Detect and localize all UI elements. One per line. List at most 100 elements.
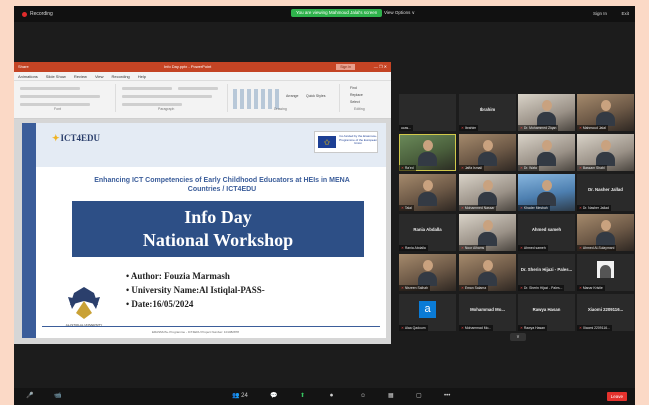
muted-mic-icon: ✕: [579, 126, 582, 130]
mute-button[interactable]: 🎤: [26, 391, 33, 401]
muted-mic-icon: ✕: [579, 286, 582, 290]
participant-tile[interactable]: Xiaomi 2209116... ✕Xiaomi 2209116...: [577, 294, 634, 331]
select-button[interactable]: Select: [350, 100, 360, 104]
participant-tile[interactable]: ✕Talal: [399, 174, 456, 211]
video-button[interactable]: 📹: [54, 391, 61, 401]
ribbon-font-group[interactable]: Font: [16, 84, 116, 112]
participant-name-text: Mohammad Mo...: [464, 326, 492, 330]
participant-video-person: [537, 180, 556, 206]
recording-indicator[interactable]: Recording: [22, 11, 53, 17]
sign-in-link[interactable]: Sign In: [593, 11, 607, 16]
ppt-menu-review[interactable]: Review: [74, 72, 87, 80]
ppt-menu-view[interactable]: View: [95, 72, 104, 80]
participant-name: ✕Ahmed Al-Sulaymani: [577, 245, 617, 251]
muted-mic-icon: ✕: [401, 286, 404, 290]
participant-name: ✕Ibrahim: [459, 125, 479, 131]
participant-tile[interactable]: Rawya Hasan ✕Rawya Hasan: [518, 294, 575, 331]
participant-tile[interactable]: ✕Eman Salama: [459, 254, 516, 291]
ribbon-drawing-group[interactable]: Arrange Quick Styles Drawing: [230, 84, 340, 112]
whiteboard-button[interactable]: ▢: [416, 391, 422, 401]
slide[interactable]: ✦ICT4EDU ✩ Co-funded by the Erasmus+ Pro…: [22, 123, 386, 338]
muted-mic-icon: ✕: [579, 166, 582, 170]
participant-tile[interactable]: Ahmed sameh ✕Ahmed sameh: [518, 214, 575, 251]
participant-tile[interactable]: ✕Nisreen Salhah: [399, 254, 456, 291]
participant-display-name: Rania Abdalla: [413, 227, 442, 232]
participant-tile-partial[interactable]: ucas...: [399, 94, 456, 131]
ppt-window-controls[interactable]: — ❐ ✕: [374, 62, 387, 72]
participant-tile[interactable]: Ibrahim ✕Ibrahim: [459, 94, 516, 131]
ppt-menu-animations[interactable]: Animations: [18, 72, 38, 80]
arrange-button[interactable]: Arrange: [286, 94, 298, 98]
record-button[interactable]: ⏺: [330, 391, 333, 401]
slide-left-stripe: [22, 123, 36, 338]
ppt-menu-slide-show[interactable]: Slide Show: [46, 72, 66, 80]
ppt-menu-help[interactable]: Help: [138, 72, 146, 80]
chat-button[interactable]: 💬: [270, 391, 277, 401]
participant-tile[interactable]: ✕Ra'ed: [399, 134, 456, 171]
participant-tile[interactable]: ✕Ahmed Al-Sulaymani: [577, 214, 634, 251]
bullet-author: Author: Fouzia Marmash: [126, 269, 265, 283]
participant-tile[interactable]: ✕Dr. Mohammed Ziqan: [518, 94, 575, 131]
participant-name-text: Mohammed Nassar: [464, 206, 495, 210]
slide-footer-line: [42, 326, 380, 327]
ribbon-editing-group[interactable]: Find Replace Select Editing: [342, 84, 388, 112]
ppt-menu-bar: Animations Slide Show Review View Record…: [14, 72, 391, 81]
participant-name-text: Ibrahim: [464, 126, 477, 130]
reactions-button[interactable]: ☺: [360, 391, 366, 401]
muted-mic-icon: ✕: [520, 126, 523, 130]
ribbon-paragraph-group[interactable]: Paragraph: [118, 84, 228, 112]
bullet-university: University Name:Al Istiqlal-PASS-: [126, 283, 264, 297]
participant-tile[interactable]: ✕Jaffa Ismail: [459, 134, 516, 171]
participant-tile[interactable]: Rania Abdalla ✕Rania Abdalla: [399, 214, 456, 251]
participant-tile[interactable]: Dr. Nasher Jallad ✕Dr. Nasher Jallad: [577, 174, 634, 211]
participant-video-person: [478, 220, 497, 246]
participant-name-text: Noor Alhams: [464, 246, 485, 250]
participant-tile[interactable]: Dr. Sherin Hijazi - Pales... ✕Dr. Sherin …: [518, 254, 575, 291]
slide-title-box: Info Day National Workshop: [72, 201, 364, 257]
shapes-gallery[interactable]: [233, 89, 279, 109]
participant-tile[interactable]: ✕Khader Mesbah: [518, 174, 575, 211]
participant-tile[interactable]: ✕Noor Alhams: [459, 214, 516, 251]
participant-name-text: Dr. Nasher Jallad: [582, 206, 609, 210]
ppt-sign-in-button[interactable]: Sign in: [336, 64, 355, 70]
muted-mic-icon: ✕: [461, 326, 464, 330]
default-avatar-icon: [597, 261, 614, 278]
muted-mic-icon: ✕: [401, 246, 404, 250]
left-page-margin: [0, 0, 14, 405]
ppt-menu-recording[interactable]: Recording: [112, 72, 130, 80]
participant-tile[interactable]: Mohammad Mo... ✕Mohammad Mo...: [459, 294, 516, 331]
screen-share-notice: You are viewing Mahmoud Jalal's screen: [291, 9, 383, 17]
muted-mic-icon: ✕: [401, 166, 404, 170]
participant-name: ✕Xiaomi 2209116...: [577, 325, 612, 331]
ribbon-editing-label: Editing: [354, 107, 365, 111]
ict4edu-logo: ✦ICT4EDU: [52, 133, 100, 144]
participant-display-name: Xiaomi 2209116...: [587, 307, 624, 312]
participant-name: ✕Dr. Mohammed Ziqan: [518, 125, 559, 131]
participant-tile[interactable]: ✕Bassam Shabi: [577, 134, 634, 171]
leave-meeting-button[interactable]: Leave: [606, 392, 627, 401]
slide-bullets: Author: Fouzia Marmash University Name:A…: [126, 269, 265, 311]
participant-video-person: [418, 140, 437, 166]
find-button[interactable]: Find: [350, 86, 357, 90]
exit-button[interactable]: Exit: [621, 11, 629, 16]
participant-tile[interactable]: ✕Dr. Wafa: [518, 134, 575, 171]
participant-name-text: Xiaomi 2209116...: [582, 326, 610, 330]
participant-tile[interactable]: ✕Manar Kristie: [577, 254, 634, 291]
participants-button[interactable]: 👥 24: [232, 391, 248, 401]
apps-button[interactable]: ▦: [388, 391, 394, 401]
share-screen-button[interactable]: ⬆: [300, 391, 305, 401]
replace-button[interactable]: Replace: [350, 93, 363, 97]
participant-tile[interactable]: ✕Mahmoud Jalal: [577, 94, 634, 131]
more-button[interactable]: •••: [444, 391, 450, 401]
view-options-button[interactable]: View Options ∨: [384, 10, 415, 16]
participant-name: ✕Khader Mesbah: [518, 205, 550, 211]
participant-tile[interactable]: ✕Mohammed Nassar: [459, 174, 516, 211]
muted-mic-icon: ✕: [401, 206, 404, 210]
gallery-scroll-down-button[interactable]: ∨: [510, 333, 526, 341]
participant-name-text: Eman Salama: [464, 286, 487, 290]
participant-tile[interactable]: a ✕Alaa Qadoum: [399, 294, 456, 331]
quick-styles-button[interactable]: Quick Styles: [306, 94, 325, 98]
muted-mic-icon: ✕: [579, 206, 582, 210]
participant-name-text: Ra'ed: [404, 166, 414, 170]
record-dot-icon: [22, 11, 27, 17]
